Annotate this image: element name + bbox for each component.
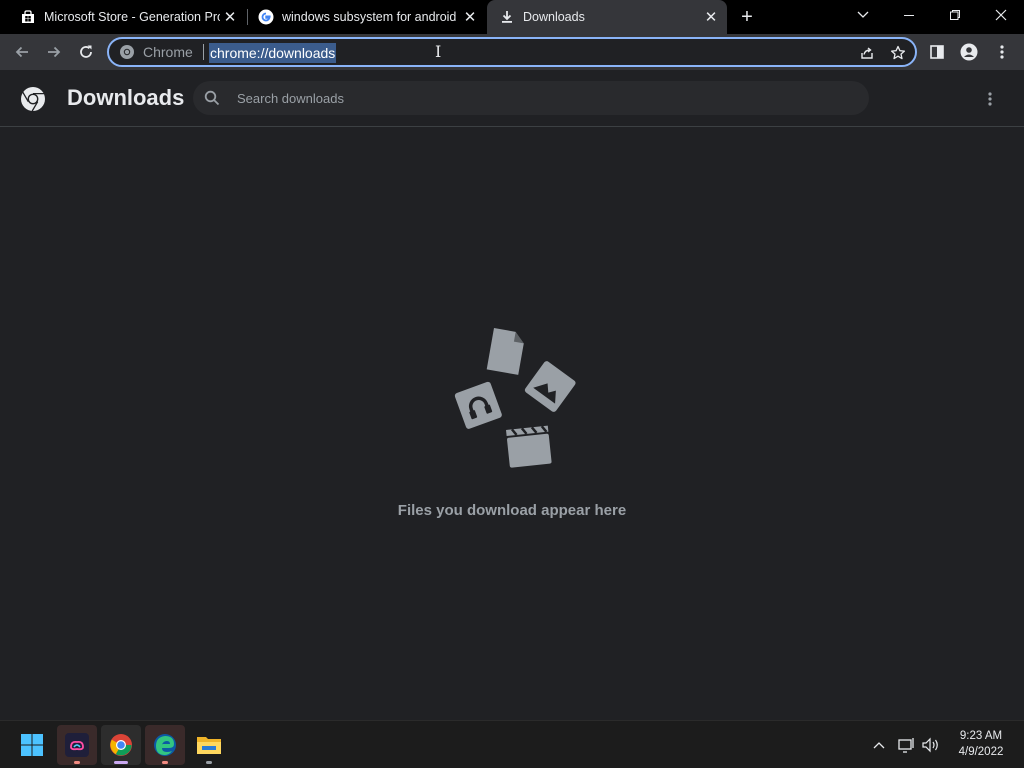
- close-tab-icon[interactable]: ✕: [460, 7, 480, 27]
- address-bar[interactable]: Chrome chrome://downloads I: [107, 37, 917, 67]
- search-box[interactable]: [193, 81, 869, 115]
- clock-time: 9:23 AM: [959, 730, 1003, 742]
- start-icon[interactable]: [12, 725, 52, 765]
- document-icon: [486, 328, 524, 375]
- forward-icon[interactable]: [40, 38, 68, 66]
- site-chip[interactable]: Chrome: [119, 44, 204, 60]
- tab-downloads[interactable]: Downloads ✕: [487, 0, 727, 34]
- download-icon: [499, 9, 515, 25]
- browser-toolbar: Chrome chrome://downloads I: [0, 34, 1024, 70]
- chrome-menu-icon[interactable]: [988, 38, 1016, 66]
- restore-icon[interactable]: [932, 0, 978, 30]
- tab-search-icon[interactable]: [840, 0, 886, 30]
- profile-icon[interactable]: [955, 38, 983, 66]
- network-icon[interactable]: [896, 734, 918, 756]
- close-tab-icon[interactable]: ✕: [220, 7, 240, 27]
- running-indicator: [206, 761, 212, 764]
- empty-state-message: Files you download appear here: [397, 502, 627, 519]
- share-icon[interactable]: [857, 43, 877, 63]
- audio-file-icon: [454, 381, 502, 429]
- close-tab-icon[interactable]: ✕: [701, 7, 721, 27]
- tab-title: Downloads: [523, 10, 585, 24]
- browser-window: Microsoft Store - Generation Proj ✕ wind…: [0, 0, 1024, 768]
- video-file-icon: [506, 425, 552, 468]
- chrome-logo-icon: [20, 86, 46, 112]
- search-input[interactable]: [237, 88, 837, 108]
- taskbar-clock[interactable]: 9:23 AM 4/9/2022: [944, 728, 1018, 760]
- clock-date: 4/9/2022: [958, 746, 1004, 758]
- google-icon: [258, 9, 274, 25]
- tab-google-search[interactable]: windows subsystem for android s ✕: [248, 0, 486, 34]
- microsoft-store-icon: [20, 9, 36, 25]
- tab-strip: Microsoft Store - Generation Proj ✕ wind…: [0, 0, 1024, 34]
- omnibox-divider: [202, 44, 204, 60]
- reload-icon[interactable]: [72, 38, 100, 66]
- side-panel-icon[interactable]: [923, 38, 951, 66]
- new-tab-button[interactable]: +: [735, 5, 759, 29]
- search-icon: [203, 89, 221, 107]
- url-text[interactable]: chrome://downloads: [209, 43, 337, 63]
- page-title: Downloads: [67, 85, 185, 110]
- chrome-icon[interactable]: [101, 725, 141, 765]
- downloads-more-actions-icon[interactable]: [980, 88, 1000, 110]
- tab-title: windows subsystem for android s: [282, 10, 460, 24]
- bookmark-star-icon[interactable]: [888, 43, 908, 63]
- file-explorer-icon[interactable]: [189, 725, 229, 765]
- downloads-header: Downloads: [0, 70, 1024, 127]
- minimize-icon[interactable]: [886, 0, 932, 30]
- chrome-icon: [119, 44, 135, 60]
- running-indicator: [162, 761, 168, 764]
- volume-icon[interactable]: [920, 734, 942, 756]
- tab-title: Microsoft Store - Generation Proj: [44, 10, 220, 24]
- image-file-icon: [524, 361, 576, 412]
- close-window-icon[interactable]: [978, 0, 1024, 30]
- back-icon[interactable]: [8, 38, 36, 66]
- creative-cloud-icon[interactable]: [57, 725, 97, 765]
- tab-microsoft-store[interactable]: Microsoft Store - Generation Proj ✕: [0, 0, 246, 34]
- empty-downloads-illustration: [446, 322, 578, 472]
- chevron-up-icon[interactable]: [868, 734, 890, 756]
- active-indicator: [114, 761, 128, 764]
- edge-icon[interactable]: [145, 725, 185, 765]
- running-indicator: [74, 761, 80, 764]
- text-cursor-icon: I: [435, 42, 442, 61]
- site-label: Chrome: [143, 44, 193, 60]
